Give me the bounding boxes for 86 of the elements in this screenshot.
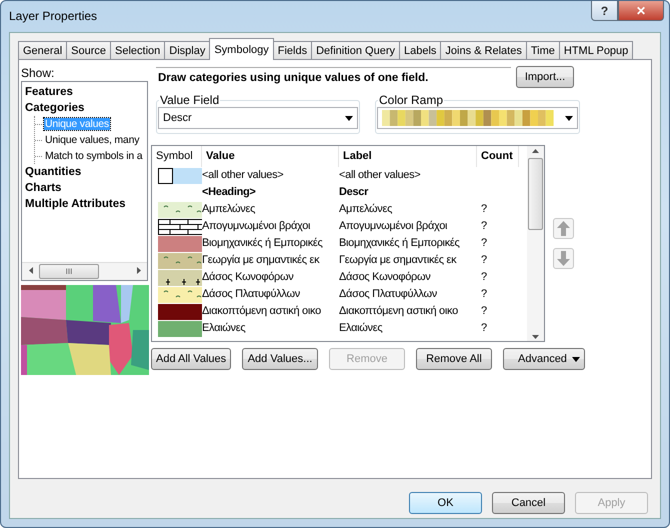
tree-item[interactable]: Quantities: [25, 164, 82, 180]
column-header[interactable]: Symbol: [152, 146, 202, 167]
table-cell-text: Δάσος Κωνοφόρων: [339, 270, 430, 285]
tree-item[interactable]: Match to symbols in a: [44, 150, 144, 162]
table-cell-text: ?: [480, 287, 487, 302]
table-cell-text: <all other values>: [339, 168, 420, 183]
description-text: Draw categories using unique values of one field.: [156, 67, 511, 87]
tab[interactable]: Symbology: [209, 38, 274, 60]
column-header[interactable]: Value: [202, 146, 339, 167]
tab[interactable]: Time: [526, 41, 560, 60]
table-cell-text: ?: [480, 270, 487, 285]
column-header[interactable]: Label: [339, 146, 477, 167]
caret-icon: [572, 356, 580, 362]
table-cell-text: ?: [480, 219, 487, 234]
show-label: Show:: [21, 66, 56, 80]
down-arrow-icon: [557, 251, 570, 266]
symbol-swatch-icon: [158, 168, 202, 184]
table-cell-text: Βιομηχανικές ή Εμπορικές: [339, 236, 460, 251]
tab[interactable]: Display: [164, 41, 210, 60]
value-field-label: Value Field: [159, 93, 220, 107]
dialog-button[interactable]: OK: [409, 492, 482, 514]
table-cell-text: ?: [480, 321, 487, 336]
tab[interactable]: Definition Query: [311, 41, 400, 60]
action-button[interactable]: Add Values...: [242, 348, 318, 370]
symbol-swatch-icon: [158, 218, 202, 234]
up-arrow-icon: [557, 221, 570, 236]
column-header[interactable]: Count: [477, 146, 519, 167]
table-cell-text: Δάσος Πλατυφύλλων: [202, 287, 300, 302]
tab[interactable]: Source: [66, 41, 111, 60]
table-cell-text: Γεωργία με σημαντικές εκ: [339, 253, 456, 268]
table-cell-text: Αμπελώνες: [339, 202, 392, 217]
table-cell-text: Δάσος Κωνοφόρων: [202, 270, 294, 285]
action-button[interactable]: Remove All: [416, 348, 492, 370]
tree-item[interactable]: Unique values, many: [44, 134, 140, 146]
symbol-swatch-icon: [158, 270, 202, 286]
tree-item[interactable]: Multiple Attributes: [25, 196, 126, 212]
table-cell-text: Απογυμνωμένοι βράχοι: [202, 219, 310, 234]
table-cell-text: Αμπελώνες: [202, 202, 256, 217]
vertical-scrollbar[interactable]: [527, 146, 544, 341]
horizontal-scrollbar[interactable]: III: [22, 262, 147, 280]
tab[interactable]: Labels: [398, 41, 442, 60]
tree-item[interactable]: Charts: [25, 180, 62, 196]
symbol-swatch-icon: [158, 202, 202, 218]
window-title: Layer Properties: [9, 9, 98, 23]
symbol-swatch-icon: [158, 252, 202, 268]
down-arrow-icon[interactable]: [532, 335, 539, 339]
table-cell-text: ?: [480, 202, 487, 217]
tab[interactable]: General: [18, 41, 68, 60]
table-cell-text: ?: [480, 236, 487, 251]
table-cell-text: Ελαιώνες: [202, 321, 246, 336]
table-cell-text: Απογυμνωμένοι βράχοι: [339, 219, 448, 234]
table-cell-text: Δάσος Πλατυφύλλων: [339, 287, 437, 302]
tab[interactable]: HTML Popup: [558, 41, 634, 60]
tree-item[interactable]: Features: [25, 84, 73, 100]
caret-icon: [345, 116, 353, 120]
scroll-grip: III: [66, 267, 72, 276]
up-arrow-icon[interactable]: [532, 149, 539, 153]
symbol-swatch-icon: [158, 304, 202, 320]
help-button[interactable]: ?: [591, 1, 618, 21]
table-cell-text: Βιομηχανικές ή Εμπορικές: [202, 236, 323, 251]
table-cell-text: Διακοπτόμενη αστική οικο: [202, 304, 321, 319]
table-cell-text: <Heading>: [202, 185, 256, 200]
symbol-swatch-icon: [158, 320, 202, 336]
table-cell-text: ?: [480, 253, 487, 268]
table-cell-text: ?: [480, 304, 487, 319]
table-cell-text: <all other values>: [202, 168, 284, 183]
left-arrow-icon[interactable]: [28, 267, 32, 274]
table-cell-text: Ελαιώνες: [339, 321, 382, 336]
import-button[interactable]: Import...: [516, 66, 574, 88]
right-arrow-icon[interactable]: [136, 267, 140, 274]
advanced-button[interactable]: Advanced: [503, 348, 585, 370]
dialog-button[interactable]: Cancel: [492, 492, 565, 514]
table-cell-text: Διακοπτόμενη αστική οικο: [339, 304, 458, 319]
value-field-dropdown[interactable]: Descr: [158, 107, 358, 129]
caret-icon: [565, 116, 573, 120]
symbol-swatch-icon: [158, 286, 202, 302]
table-cell-text: Descr: [339, 185, 368, 200]
symbol-swatch-icon: [158, 236, 202, 252]
color-ramp-dropdown[interactable]: [377, 107, 578, 129]
tab[interactable]: Joins & Relates: [440, 41, 527, 60]
table-cell-text: Γεωργία με σημαντικές εκ: [202, 253, 320, 268]
color-ramp-label: Color Ramp: [378, 93, 444, 107]
tab[interactable]: Selection: [110, 41, 166, 60]
tab[interactable]: Fields: [272, 41, 312, 60]
action-button[interactable]: Add All Values: [151, 348, 231, 370]
tree-item[interactable]: Categories: [25, 100, 84, 116]
